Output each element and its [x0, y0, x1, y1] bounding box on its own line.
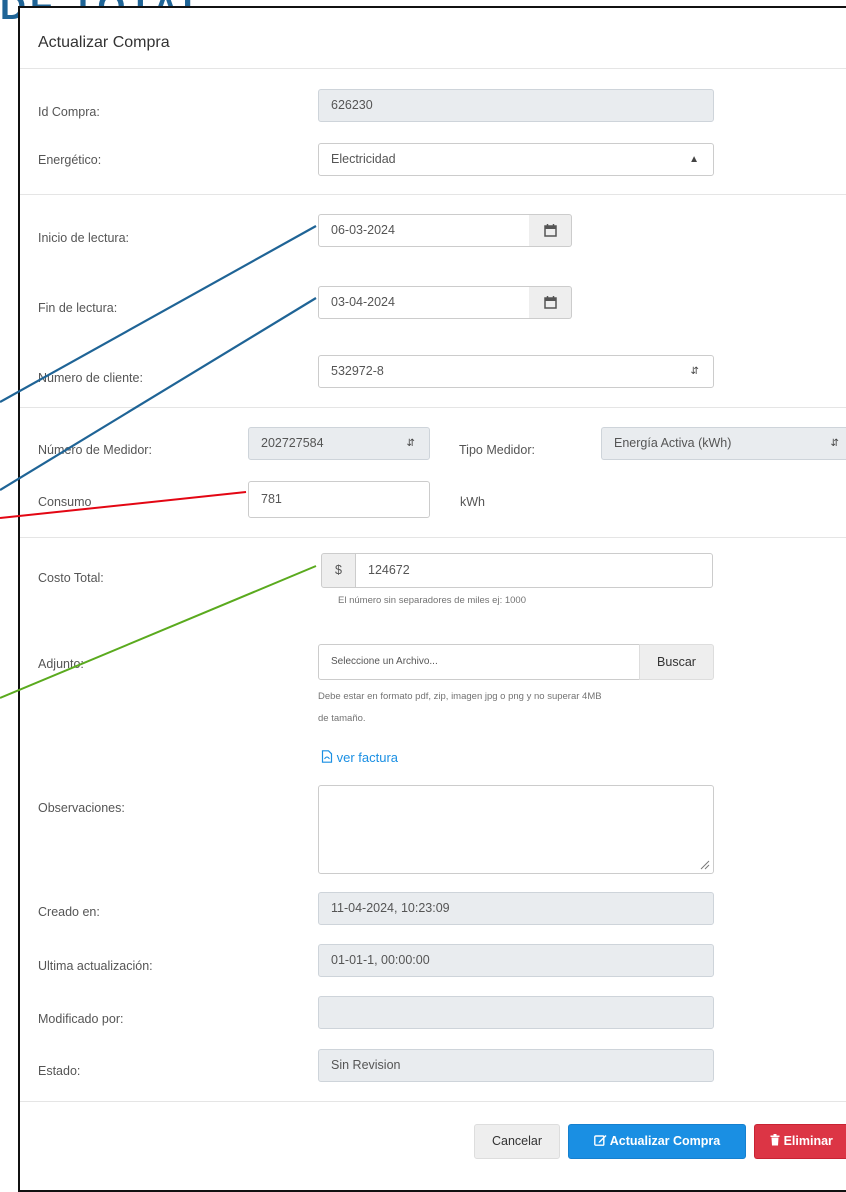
divider — [20, 537, 846, 538]
buscar-button[interactable]: Buscar — [639, 644, 714, 680]
divider — [20, 407, 846, 408]
select-arrow-icon: ⇵ — [690, 366, 699, 377]
numero-cliente-label: Número de cliente: — [38, 371, 143, 385]
trash-icon — [770, 1134, 780, 1146]
delete-label: Eliminar — [783, 1134, 833, 1148]
id-compra-field: 626230 — [318, 89, 714, 122]
numero-medidor-value: 202727584 — [261, 436, 324, 450]
inicio-lectura-label: Inicio de lectura: — [38, 231, 130, 245]
costo-total-input[interactable]: 124672 — [355, 553, 713, 588]
consumo-input[interactable]: 781 — [248, 481, 430, 518]
id-compra-label: Id Compra: — [38, 105, 100, 119]
modal-title: Actualizar Compra — [38, 34, 170, 51]
calendar-icon — [544, 224, 557, 237]
fin-lectura-input[interactable]: 03-04-2024 — [318, 286, 530, 319]
currency-addon: $ — [321, 553, 356, 588]
inicio-lectura-input[interactable]: 06-03-2024 — [318, 214, 530, 247]
modificado-por-label: Modificado por: — [38, 1012, 124, 1026]
tipo-medidor-select: Energía Activa (kWh) ⇵ — [601, 427, 846, 460]
calendar-icon — [544, 296, 557, 309]
ver-factura-link[interactable]: ver factura — [321, 750, 398, 765]
creado-en-field: 11-04-2024, 10:23:09 — [318, 892, 714, 925]
costo-total-help: El número sin separadores de miles ej: 1… — [338, 595, 526, 606]
ver-factura-label: ver factura — [336, 750, 399, 765]
select-arrow-icon: ▲︎ — [689, 154, 699, 165]
update-purchase-label: Actualizar Compra — [609, 1134, 721, 1148]
fin-lectura-calendar-button[interactable] — [529, 286, 572, 319]
ultima-actualizacion-field: 01-01-1, 00:00:00 — [318, 944, 714, 977]
consumo-unit: kWh — [460, 495, 485, 509]
estado-field: Sin Revision — [318, 1049, 714, 1082]
cancel-button[interactable]: Cancelar — [474, 1124, 560, 1159]
energetico-value: Electricidad — [331, 152, 396, 166]
update-purchase-modal: Actualizar Compra Id Compra: 626230 Ener… — [18, 6, 846, 1192]
creado-en-label: Creado en: — [38, 905, 100, 919]
edit-icon — [593, 1135, 607, 1146]
update-purchase-button[interactable]: Actualizar Compra — [568, 1124, 746, 1159]
modificado-por-field — [318, 996, 714, 1029]
resize-handle-icon[interactable] — [700, 860, 710, 870]
ultima-actualizacion-label: Ultima actualización: — [38, 959, 153, 973]
energetico-label: Energético: — [38, 153, 102, 167]
divider — [20, 68, 846, 69]
tipo-medidor-value: Energía Activa (kWh) — [614, 436, 732, 450]
numero-medidor-select: 202727584 ⇵ — [248, 427, 430, 460]
adjunto-file-input[interactable]: Seleccione un Archivo... — [318, 644, 640, 680]
tipo-medidor-label: Tipo Medidor: — [459, 443, 535, 457]
observaciones-label: Observaciones: — [38, 801, 125, 815]
delete-button[interactable]: Eliminar — [754, 1124, 846, 1159]
fin-lectura-label: Fin de lectura: — [38, 301, 118, 315]
numero-medidor-label: Número de Medidor: — [38, 443, 152, 457]
inicio-lectura-calendar-button[interactable] — [529, 214, 572, 247]
consumo-label: Consumo — [38, 495, 92, 509]
select-arrow-icon: ⇵ — [406, 438, 415, 449]
divider — [20, 1101, 846, 1102]
energetico-select[interactable]: Electricidad ▲︎ — [318, 143, 714, 176]
adjunto-help-line1: Debe estar en formato pdf, zip, imagen j… — [318, 691, 602, 702]
divider — [20, 194, 846, 195]
numero-cliente-select[interactable]: 532972-8 ⇵ — [318, 355, 714, 388]
observaciones-textarea[interactable] — [318, 785, 714, 874]
select-arrow-icon: ⇵ — [830, 438, 839, 449]
adjunto-label: Adjunto: — [38, 657, 84, 671]
costo-total-label: Costo Total: — [38, 571, 104, 585]
pdf-file-icon — [321, 750, 333, 763]
numero-cliente-value: 532972-8 — [331, 364, 384, 378]
adjunto-help-line2: de tamaño. — [318, 713, 366, 724]
estado-label: Estado: — [38, 1064, 81, 1078]
